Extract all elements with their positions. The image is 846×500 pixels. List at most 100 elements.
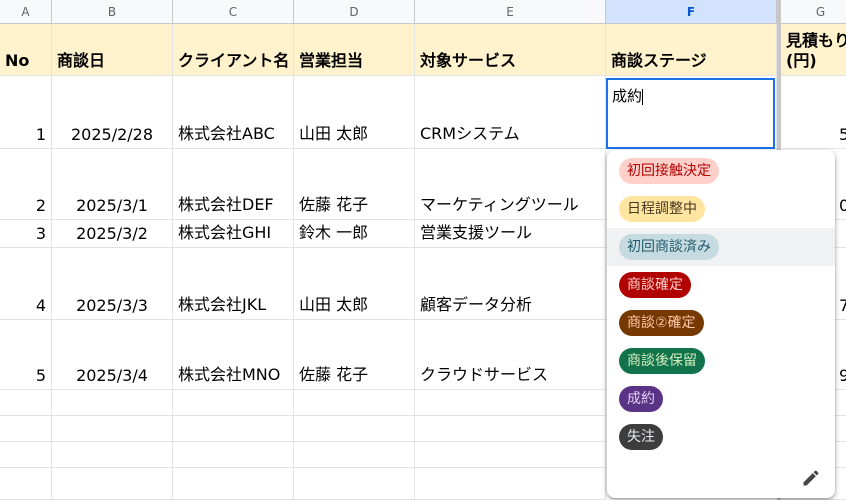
cell-client[interactable]: 株式会社MNO (173, 320, 294, 390)
empty-cell[interactable] (173, 468, 294, 500)
cell-owner[interactable]: 山田 太郎 (294, 248, 415, 320)
empty-cell[interactable] (173, 390, 294, 416)
cell-date[interactable]: 2025/3/4 (52, 320, 173, 390)
cell-value: 2025/3/4 (76, 366, 148, 385)
cell-service[interactable]: CRMシステム (415, 76, 606, 149)
empty-cell[interactable] (294, 468, 415, 500)
empty-cell[interactable] (52, 416, 173, 442)
header-cell-client[interactable]: クライアント名 (173, 24, 294, 76)
text-caret (642, 88, 644, 105)
cell-service[interactable]: 営業支援ツール (415, 220, 606, 248)
stage-option[interactable]: 商談後保留 (607, 342, 835, 380)
cell-no[interactable]: 5 (0, 320, 52, 390)
stage-option[interactable]: 失注 (607, 418, 835, 456)
cell-estimate[interactable]: 5 (781, 76, 846, 149)
header-cell-stage[interactable]: 商談ステージ (606, 24, 777, 76)
cell-no[interactable]: 2 (0, 149, 52, 220)
stage-chip: 初回商談済み (619, 234, 719, 260)
empty-cell[interactable] (173, 416, 294, 442)
header-cell-service[interactable]: 対象サービス (415, 24, 606, 76)
column-header-f[interactable]: F (606, 0, 777, 24)
cell-owner[interactable]: 佐藤 花子 (294, 320, 415, 390)
cell-owner[interactable]: 鈴木 一郎 (294, 220, 415, 248)
empty-cell[interactable] (294, 416, 415, 442)
cell-client[interactable]: 株式会社GHI (173, 220, 294, 248)
empty-cell[interactable] (0, 468, 52, 500)
empty-cell[interactable] (415, 416, 606, 442)
header-label: 商談ステージ (611, 51, 707, 70)
cell-value: 7 (839, 296, 846, 315)
column-header-g[interactable]: G (781, 0, 846, 24)
cell-value: 佐藤 花子 (299, 365, 369, 384)
column-header-e[interactable]: E (415, 0, 606, 24)
stage-option[interactable]: 商談②確定 (607, 304, 835, 342)
cell-value: 2025/3/2 (76, 224, 148, 243)
empty-cell[interactable] (294, 442, 415, 468)
cell-value: 2025/3/1 (76, 196, 148, 215)
stage-cell-editor[interactable]: 成約 (606, 78, 775, 149)
empty-cell[interactable] (0, 416, 52, 442)
cell-service[interactable]: 顧客データ分析 (415, 248, 606, 320)
empty-cell[interactable] (0, 390, 52, 416)
cell-no[interactable]: 1 (0, 76, 52, 149)
cell-value: 鈴木 一郎 (299, 223, 369, 242)
column-header-a[interactable]: A (0, 0, 52, 24)
cell-date[interactable]: 2025/3/2 (52, 220, 173, 248)
stage-option[interactable]: 商談確定 (607, 266, 835, 304)
cell-client[interactable]: 株式会社ABC (173, 76, 294, 149)
cell-value: 佐藤 花子 (299, 195, 369, 214)
header-cell-owner[interactable]: 営業担当 (294, 24, 415, 76)
header-cell-estimate[interactable]: 見積もり(円) (781, 24, 846, 76)
cell-value: CRMシステム (420, 124, 520, 143)
empty-cell[interactable] (415, 390, 606, 416)
empty-cell[interactable] (52, 468, 173, 500)
editor-text: 成約 (612, 87, 643, 105)
stage-chip: 商談確定 (619, 272, 691, 298)
cell-no[interactable]: 3 (0, 220, 52, 248)
cell-date[interactable]: 2025/3/3 (52, 248, 173, 320)
cell-owner[interactable]: 山田 太郎 (294, 76, 415, 149)
header-cell-date[interactable]: 商談日 (52, 24, 173, 76)
stage-option[interactable]: 成約 (607, 380, 835, 418)
empty-cell[interactable] (294, 390, 415, 416)
cell-client[interactable]: 株式会社DEF (173, 149, 294, 220)
cell-value: 山田 太郎 (299, 295, 369, 314)
header-label: 商談日 (57, 51, 106, 70)
cell-value: 株式会社MNO (178, 365, 281, 384)
cell-value: クラウドサービス (420, 365, 549, 384)
cell-service[interactable]: マーケティングツール (415, 149, 606, 220)
empty-cell[interactable] (173, 442, 294, 468)
header-cell-no[interactable]: No (0, 24, 52, 76)
cell-owner[interactable]: 佐藤 花子 (294, 149, 415, 220)
empty-cell[interactable] (415, 442, 606, 468)
pencil-icon[interactable] (801, 468, 821, 488)
stage-dropdown: 初回接触決定 日程調整中初回商談済み 商談確定商談②確定商談後保留 成約失注 (607, 150, 835, 498)
cell-value: 5 (839, 125, 846, 144)
empty-cell[interactable] (52, 442, 173, 468)
cell-date[interactable]: 2025/3/1 (52, 149, 173, 220)
cell-value: 5 (35, 366, 46, 385)
stage-chip: 失注 (619, 424, 663, 450)
cell-value: 2025/2/28 (70, 125, 154, 144)
header-label: No (5, 51, 30, 70)
stage-option[interactable]: 初回接触決定 (607, 152, 835, 190)
stage-chip: 商談②確定 (619, 310, 704, 336)
cell-value: マーケティングツール (420, 195, 579, 214)
column-header-d[interactable]: D (294, 0, 415, 24)
cell-date[interactable]: 2025/2/28 (52, 76, 173, 149)
column-header-c[interactable]: C (173, 0, 294, 24)
cell-value: 株式会社DEF (178, 195, 274, 214)
cell-client[interactable]: 株式会社JKL (173, 248, 294, 320)
stage-option[interactable]: 初回商談済み (607, 228, 835, 266)
empty-cell[interactable] (0, 442, 52, 468)
cell-service[interactable]: クラウドサービス (415, 320, 606, 390)
empty-cell[interactable] (52, 390, 173, 416)
cell-value: 2 (35, 196, 46, 215)
column-header-b[interactable]: B (52, 0, 173, 24)
empty-cell[interactable] (415, 468, 606, 500)
stage-option[interactable]: 日程調整中 (607, 190, 835, 228)
cell-value: 株式会社JKL (178, 295, 267, 314)
cell-value: 営業支援ツール (420, 223, 533, 242)
cell-value: 株式会社GHI (178, 223, 272, 242)
cell-no[interactable]: 4 (0, 248, 52, 320)
